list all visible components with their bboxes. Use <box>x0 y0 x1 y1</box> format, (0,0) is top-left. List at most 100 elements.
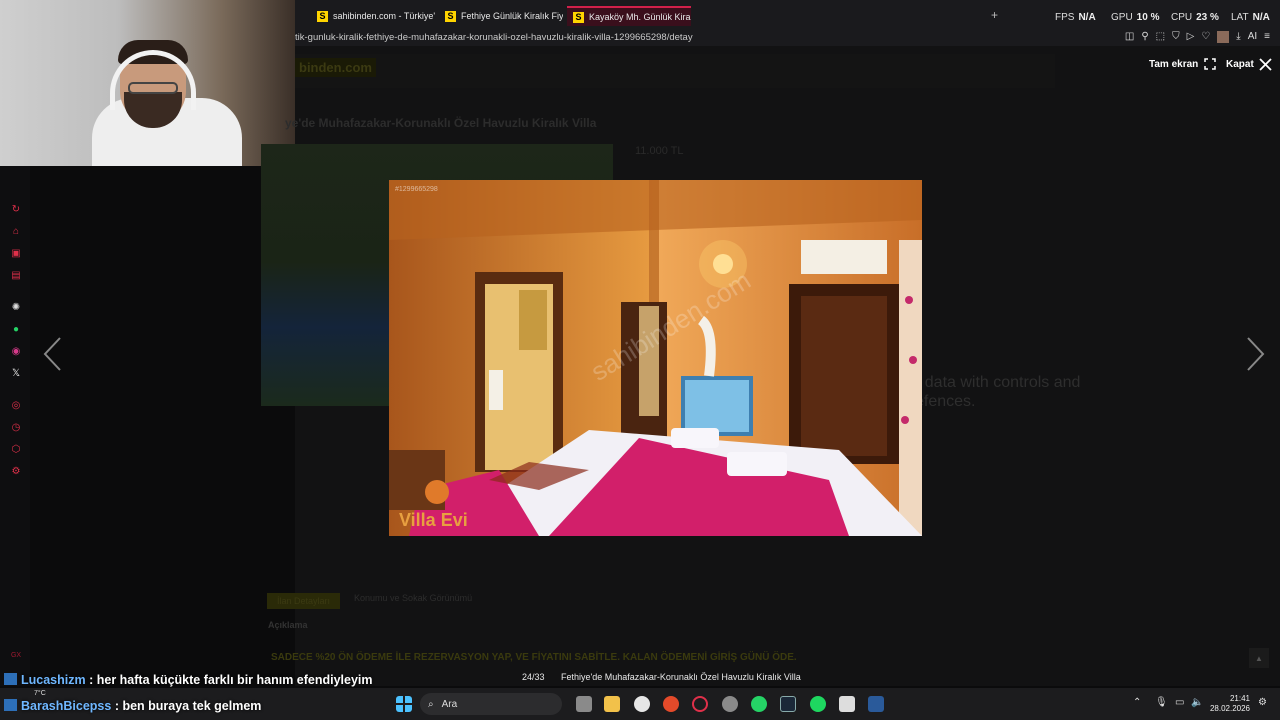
weather-temp: 7°C <box>34 690 46 697</box>
sahibinden-favicon-icon: S <box>573 11 584 23</box>
steam-icon[interactable] <box>780 696 796 712</box>
photo-caption: 24/33 Fethiye'de Muhafazakar-Korunaklı Ö… <box>522 672 801 682</box>
new-tab-button[interactable]: + <box>991 8 998 22</box>
fullscreen-label: Tam ekran <box>1149 58 1199 70</box>
profile-avatar[interactable] <box>1217 31 1230 43</box>
opera-gx-icon[interactable] <box>692 696 708 712</box>
sahibinden-favicon-icon: S <box>445 10 456 22</box>
windows-start-icon[interactable] <box>396 696 412 712</box>
description-label: Açıklama <box>268 620 308 630</box>
lat-stat: LAT N/A <box>1231 12 1270 23</box>
fullscreen-button[interactable]: Tam ekran <box>1149 58 1217 70</box>
play-circle-icon[interactable]: ◎ <box>10 400 22 412</box>
promo-text: SADECE %20 ÖN ÖDEME İLE REZERVASYON YAP,… <box>271 652 797 663</box>
close-button[interactable]: Kapat <box>1226 58 1272 71</box>
gallery-photo: sahibinden.com Villa Evi #1299665298 <box>389 180 922 536</box>
task-view-icon[interactable] <box>576 696 592 712</box>
app-icon[interactable] <box>722 696 738 712</box>
chatgpt-icon[interactable]: ✺ <box>10 302 22 314</box>
chat-badge-icon <box>4 699 17 711</box>
chrome-icon[interactable] <box>663 696 679 712</box>
steam-second-icon[interactable] <box>868 696 884 712</box>
tab-label: sahibinden.com - Türkiye' <box>333 11 435 21</box>
whatsapp-icon[interactable]: ● <box>10 324 22 336</box>
browser-toolbar: ◫ ⚲ ⬚ ⛉ ▷ ♡ ⤓ AI ≡ <box>1125 31 1270 43</box>
url-text[interactable]: tik-gunluk-kiralik-fethiye-de-muhafazaka… <box>295 32 693 43</box>
instagram-icon[interactable]: ◉ <box>10 346 22 358</box>
next-photo-button[interactable] <box>1246 336 1266 379</box>
search-label: Ara <box>441 698 458 710</box>
clock[interactable]: 21:41 28.02.2026 <box>1210 694 1250 714</box>
spotify-icon[interactable] <box>810 696 826 712</box>
cpu-stat: CPU 23 % <box>1171 12 1219 23</box>
chat-message: BarashBicepss : ben buraya tek gelmem <box>0 699 261 713</box>
twitch-icon[interactable]: ▣ <box>10 248 22 260</box>
whatsapp-taskbar-icon[interactable] <box>751 696 767 712</box>
fps-stat: FPS N/A <box>1055 12 1096 23</box>
news-icon[interactable]: ▤ <box>10 270 22 282</box>
listing-title: ye'de Muhafazakar-Korunaklı Özel Havuzlu… <box>285 116 597 130</box>
bedroom-photo-illustration: sahibinden.com Villa Evi <box>389 180 922 536</box>
bag-icon[interactable]: ⌂ <box>10 226 22 238</box>
refresh-icon[interactable]: ↻ <box>10 204 22 216</box>
capcut-icon[interactable] <box>839 696 855 712</box>
photo-id: #1299665298 <box>395 186 438 193</box>
chat-message: Lucashizm : her hafta küçükte farklı bir… <box>0 673 373 687</box>
reader-icon[interactable]: ◫ <box>1125 31 1134 43</box>
photo-counter: 24/33 <box>522 672 545 682</box>
ad-banner-text: r data with controls and efences. <box>915 374 1081 410</box>
scroll-top-button[interactable]: ▲ <box>1249 648 1269 668</box>
caption-text: Fethiye'de Muhafazakar-Korunaklı Özel Ha… <box>561 672 801 682</box>
screenshot-icon[interactable]: ⬚ <box>1156 31 1165 43</box>
site-logo: binden.com <box>295 58 376 77</box>
download-icon[interactable]: ⤓ <box>1236 31 1240 43</box>
clock-time: 21:41 <box>1229 694 1250 703</box>
browser-tab-bar: S sahibinden.com - Türkiye' S Fethiye Gü… <box>295 0 1280 30</box>
brand-text: Villa Evi <box>399 510 468 530</box>
chat-user: Lucashizm <box>21 673 86 687</box>
address-bar[interactable]: tik-gunluk-kiralik-fethiye-de-muhafazaka… <box>295 30 1280 46</box>
notification-icon[interactable]: ⚙ <box>1258 697 1267 708</box>
taskbar-search[interactable]: ⌕ Ara <box>420 693 562 715</box>
play-icon[interactable]: ▷ <box>1187 31 1195 43</box>
close-label: Kapat <box>1226 59 1254 70</box>
ai-icon[interactable]: AI <box>1248 31 1257 43</box>
tab-label: Kayaköy Mh. Günlük Kiralık <box>589 12 691 22</box>
tab-kaya-koy-active[interactable]: S Kayaköy Mh. Günlük Kiralık <box>567 6 691 26</box>
bookmark-icon[interactable]: ⚲ <box>1141 31 1148 43</box>
x-icon[interactable]: 𝕏 <box>10 368 22 380</box>
screen: S sahibinden.com - Türkiye' S Fethiye Gü… <box>0 0 1280 720</box>
close-icon <box>1259 58 1272 71</box>
tray-chevron-icon[interactable]: ⌃ <box>1133 697 1141 708</box>
clock-icon[interactable]: ◷ <box>10 422 22 434</box>
chat-user: BarashBicepss <box>21 699 112 713</box>
settings-icon[interactable]: ⚙ <box>10 466 22 478</box>
cube-icon[interactable]: ⬡ <box>10 444 22 456</box>
steam-like-icon[interactable] <box>634 696 650 712</box>
prev-photo-button[interactable] <box>42 336 62 379</box>
site-header <box>295 54 1055 88</box>
tab-sahibinden-home[interactable]: S sahibinden.com - Türkiye' <box>311 6 435 26</box>
menu-icon[interactable]: ≡ <box>1264 31 1270 43</box>
webcam-overlay <box>0 0 295 166</box>
chat-badge-icon <box>4 673 17 685</box>
network-icon[interactable]: ▭ <box>1175 697 1184 708</box>
heart-icon[interactable]: ♡ <box>1201 31 1210 43</box>
gpu-stat: GPU 10 % <box>1111 12 1160 23</box>
search-icon: ⌕ <box>428 698 434 710</box>
arrow-up-icon: ▲ <box>1255 653 1263 663</box>
tab-listing-details[interactable]: İlan Detayları <box>267 593 341 609</box>
chat-text: : her hafta küçükte farklı bir hanım efe… <box>89 673 373 687</box>
tab-fethiye-prices[interactable]: S Fethiye Günlük Kiralık Fiyat <box>439 6 563 26</box>
sahibinden-favicon-icon: S <box>317 10 328 22</box>
shield-icon[interactable]: ⛉ <box>1172 31 1180 43</box>
file-explorer-icon[interactable] <box>604 696 620 712</box>
listing-tabs: İlan Detayları Konumu ve Sokak Görünümü <box>267 593 472 609</box>
tab-label: Fethiye Günlük Kiralık Fiyat <box>461 11 563 21</box>
volume-icon[interactable]: 🔈 <box>1191 697 1203 708</box>
tab-location[interactable]: Konumu ve Sokak Görünümü <box>354 593 472 609</box>
gx-icon[interactable]: GX <box>10 650 22 662</box>
microphone-icon[interactable]: 🎙 <box>1155 697 1168 708</box>
fullscreen-icon <box>1204 58 1217 70</box>
chevron-left-icon <box>43 337 61 371</box>
